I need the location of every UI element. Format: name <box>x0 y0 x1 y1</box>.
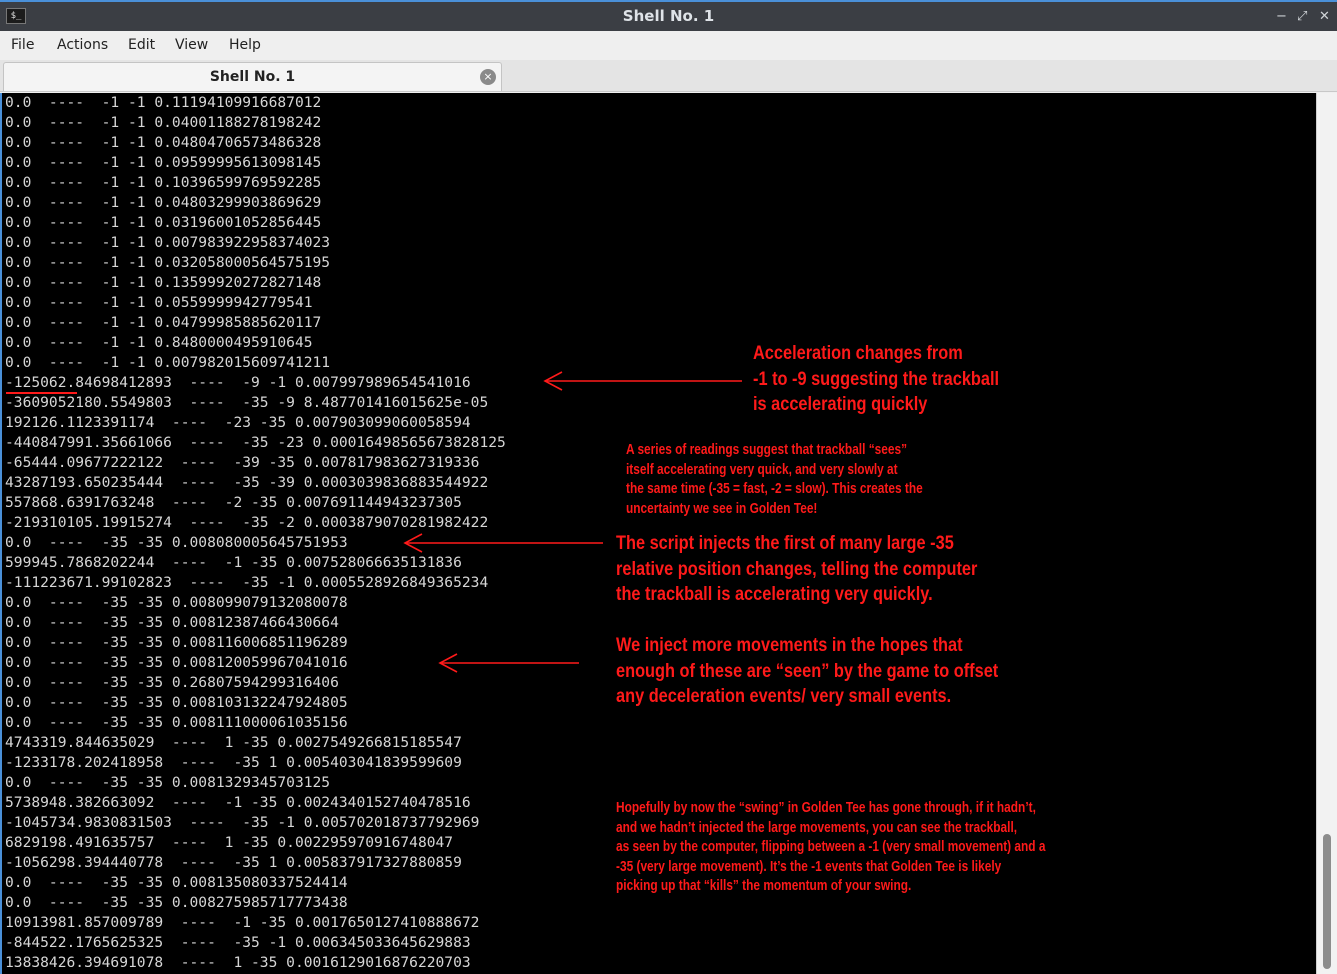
annotation-overlay <box>6 371 742 673</box>
arrow-acceleration-icon <box>543 371 742 391</box>
arrow-inject-icon <box>403 533 603 553</box>
arrow-more-icon <box>438 653 579 673</box>
